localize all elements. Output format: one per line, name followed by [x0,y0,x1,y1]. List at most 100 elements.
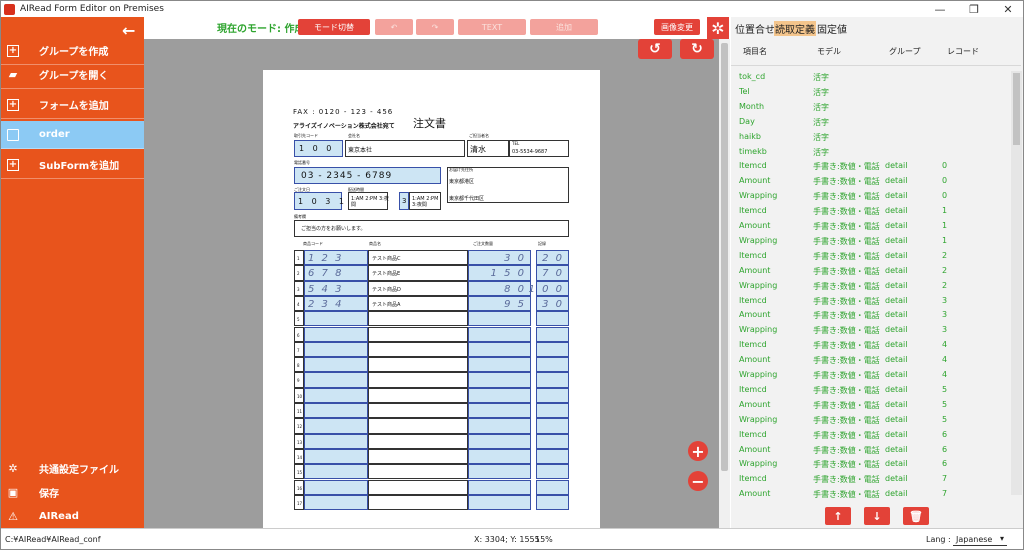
definition-row[interactable]: haikb 活字 [731,130,1021,145]
item-name-cell[interactable] [368,403,468,419]
record-cell[interactable] [536,341,569,358]
disabled-button-1[interactable]: TEXT [458,19,526,35]
person-field[interactable]: 清水 [467,140,509,157]
item-name-cell[interactable] [368,433,468,449]
definition-row[interactable]: Amount 手書き:数値・電話 detail 2 [731,264,1021,279]
definition-row[interactable]: Wrapping 手書き:数値・電話 detail 5 [731,413,1021,428]
sidebar-item-add-form[interactable]: + フォームを追加 [1,91,144,119]
definition-row[interactable]: Amount 手書き:数値・電話 detail 1 [731,219,1021,234]
tel-field[interactable]: 03 - 2345 - 6789 [294,167,441,184]
move-down-button[interactable]: ↓ [864,507,890,525]
item-code-cell[interactable] [304,448,368,465]
sidebar-item-order[interactable]: order [1,121,144,149]
record-cell[interactable] [536,418,569,434]
tab-fixed-value[interactable]: 固定値 [817,21,847,36]
quantity-cell[interactable]: 9 5 [468,295,531,312]
quantity-cell[interactable] [468,311,531,327]
record-cell[interactable]: 7 0 [536,265,569,281]
time-options[interactable]: 1:AM 2:PM 3:夜間 [348,192,389,210]
definition-row[interactable]: Amount 手書き:数値・電話 detail 3 [731,308,1021,323]
definition-row[interactable]: Itemcd 手書き:数値・電話 detail 3 [731,294,1021,309]
row-number[interactable]: 6 [294,326,304,342]
item-name-cell[interactable] [368,464,468,480]
item-code-cell[interactable] [304,326,368,342]
item-name-cell[interactable] [368,357,468,373]
definition-row[interactable]: Tel 活字 [731,85,1021,100]
address-field[interactable]: お届け先住所 東京都港区 東京都千代田区 [447,167,569,203]
definition-row[interactable]: Itemcd 手書き:数値・電話 detail 7 [731,472,1021,487]
record-cell[interactable] [536,433,569,449]
item-name-cell[interactable] [368,418,468,434]
item-code-cell[interactable] [304,464,368,480]
delete-button[interactable]: 🗑 [903,507,929,525]
row-number[interactable]: 15 [294,464,304,480]
undo-button[interactable]: ↶ [375,19,413,35]
item-code-cell[interactable]: 2 3 4 [304,295,368,312]
definition-row[interactable]: Itemcd 手書き:数値・電話 detail 6 [731,428,1021,443]
row-number[interactable]: 2 [294,265,304,281]
record-cell[interactable] [536,464,569,480]
tab-read-definition[interactable]: 読取定義 [774,21,816,36]
select-options[interactable]: 1:AM 2:PM 3:夜間 [409,192,441,210]
sidebar-save[interactable]: ▣ 保存 [1,481,144,503]
language-select[interactable]: Japanese ▾ [953,533,1007,546]
item-code-cell[interactable] [304,418,368,434]
quantity-cell[interactable]: 1 5 0 [468,265,531,281]
definition-row[interactable]: Itemcd 手書き:数値・電話 detail 4 [731,338,1021,353]
row-number[interactable]: 4 [294,295,304,312]
move-up-button[interactable]: ↑ [825,507,851,525]
quantity-cell[interactable] [468,479,531,495]
close-icon[interactable]: ✕ [991,1,1023,17]
record-cell[interactable] [536,387,569,403]
sidebar-item-open-group[interactable]: ▰ グループを開く [1,61,144,89]
rotate-right-button[interactable]: ↻ [680,39,714,59]
maximize-icon[interactable]: ❐ [957,1,991,17]
definition-row[interactable]: tok_cd 活字 [731,70,1021,85]
record-cell[interactable] [536,479,569,495]
row-number[interactable]: 3 [294,280,304,296]
item-name-cell[interactable]: テスト商品A [368,295,468,312]
record-cell[interactable]: 3 0 [536,295,569,312]
record-cell[interactable] [536,326,569,342]
definition-row[interactable]: Wrapping 手書き:数値・電話 detail 3 [731,323,1021,338]
item-name-cell[interactable]: テスト商品E [368,265,468,281]
row-number[interactable]: 10 [294,387,304,403]
zoom-out-button[interactable]: − [688,471,708,491]
quantity-cell[interactable] [468,372,531,388]
zoom-in-button[interactable]: + [688,441,708,461]
definition-row[interactable]: Itemcd 手書き:数値・電話 detail 0 [731,159,1021,174]
definition-row[interactable]: Wrapping 手書き:数値・電話 detail 6 [731,457,1021,472]
item-code-cell[interactable] [304,311,368,327]
item-name-cell[interactable] [368,372,468,388]
row-number[interactable]: 5 [294,311,304,327]
quantity-cell[interactable] [468,403,531,419]
rotate-left-button[interactable]: ↺ [638,39,672,59]
mode-switch-button[interactable]: モード切替 [298,19,370,35]
row-number[interactable]: 9 [294,372,304,388]
quantity-cell[interactable] [468,341,531,358]
tel-small-field[interactable]: TEL 03-5534-9687 [509,140,569,157]
item-code-cell[interactable] [304,403,368,419]
item-code-cell[interactable] [304,494,368,511]
item-code-cell[interactable] [304,341,368,358]
item-code-cell[interactable] [304,387,368,403]
definition-row[interactable]: Itemcd 手書き:数値・電話 detail 2 [731,249,1021,264]
definition-row[interactable]: Wrapping 手書き:数値・電話 detail 1 [731,234,1021,249]
record-cell[interactable] [536,311,569,327]
item-code-cell[interactable] [304,357,368,373]
quantity-cell[interactable] [468,494,531,511]
definition-row[interactable]: timekb 活字 [731,145,1021,160]
tab-alignment[interactable]: 位置合せ [735,21,775,36]
definition-row[interactable]: Wrapping 手書き:数値・電話 detail 2 [731,279,1021,294]
quantity-cell[interactable] [468,326,531,342]
record-cell[interactable] [536,357,569,373]
canvas-scrollbar[interactable] [719,39,730,528]
quantity-cell[interactable] [468,464,531,480]
item-name-cell[interactable] [368,448,468,465]
item-code-cell[interactable]: 6 7 8 [304,265,368,281]
record-cell[interactable] [536,494,569,511]
code-field[interactable]: 1 0 0 [294,140,343,157]
row-number[interactable]: 16 [294,479,304,495]
select-field[interactable]: 3 [399,192,409,210]
quantity-cell[interactable] [468,448,531,465]
